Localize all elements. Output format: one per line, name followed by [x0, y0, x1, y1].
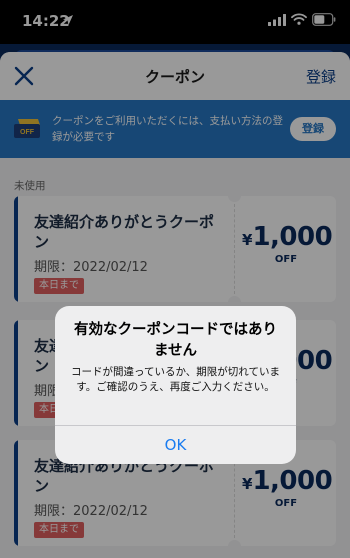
alert-ok-button[interactable]: OK	[55, 426, 296, 464]
alert-message: コードが間違っているか、期限が切れています。ご確認のうえ、再度ご入力ください。	[71, 366, 280, 393]
invalid-coupon-alert: 有効なクーポンコードではありません コードが間違っているか、期限が切れています。…	[55, 306, 296, 464]
modal-backdrop	[0, 0, 350, 558]
alert-title: 有効なクーポンコードではありません	[74, 322, 277, 359]
app-screen: 14:22 クーポン 登録 OFF クーポンをご利用いただくには、支払い方法の登…	[0, 0, 350, 558]
